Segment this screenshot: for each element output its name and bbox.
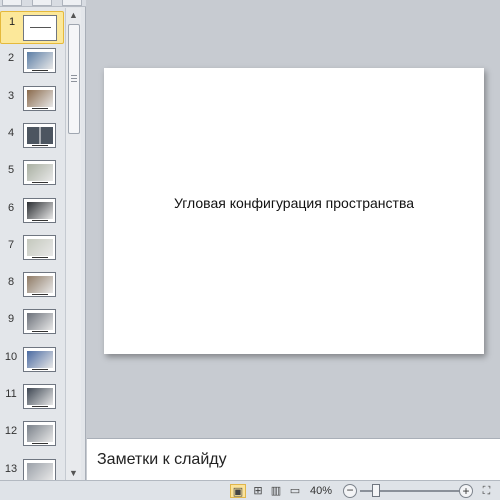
zoom-slider-handle[interactable] <box>372 484 380 497</box>
reading-view-icon[interactable]: ▥ <box>268 484 284 498</box>
slide-sorter-icon[interactable]: ⊞ <box>250 484 266 498</box>
tab-outline[interactable] <box>32 0 52 6</box>
slide-thumbnail[interactable] <box>23 122 56 148</box>
normal-view-icon[interactable]: ▣ <box>230 484 246 498</box>
slide-number: 2 <box>7 52 15 65</box>
slide-number: 8 <box>7 276 15 289</box>
slide-number: 6 <box>7 201 15 214</box>
slide-number: 12 <box>4 425 18 438</box>
slide-thumbnail[interactable] <box>23 48 56 74</box>
scroll-up-arrow-icon[interactable]: ▲ <box>67 9 80 21</box>
close-pane-button[interactable] <box>62 0 82 6</box>
slide-thumbnail[interactable] <box>23 234 56 260</box>
zoom-in-button[interactable]: + <box>459 484 473 498</box>
tab-slides[interactable] <box>2 0 22 6</box>
slide-thumbnail[interactable] <box>23 197 56 223</box>
slide-editing-area: Угловая конфигурация пространства <box>87 0 500 437</box>
notes-placeholder[interactable]: Заметки к слайду <box>97 451 227 469</box>
slide-thumbnail-row[interactable]: 11 <box>0 384 64 420</box>
slide-thumbnail-row[interactable]: 12 <box>0 421 64 457</box>
slide-number: 9 <box>7 313 15 326</box>
slide-thumbnail[interactable] <box>23 384 56 409</box>
thumbnail-scrollbar[interactable]: ▲ ▼ <box>65 8 81 480</box>
slide-thumbnail[interactable] <box>23 15 57 41</box>
zoom-out-button[interactable]: − <box>343 484 357 498</box>
slide-number: 11 <box>5 388 17 400</box>
zoom-level[interactable]: 40% <box>310 485 332 497</box>
slide-thumbnail-row[interactable]: 2 <box>0 48 64 84</box>
slide-thumbnail-row[interactable]: 1 <box>0 11 64 44</box>
slide-thumbnail-row[interactable]: 3 <box>0 85 64 122</box>
slide-thumbnail[interactable] <box>23 272 56 298</box>
fit-window-icon[interactable]: ⛶ <box>479 484 494 498</box>
current-slide[interactable]: Угловая конфигурация пространства <box>104 68 484 354</box>
slides-pane: 1 2 3 4 5 6 7 8 9 10 11 12 13 ▲ ▼ <box>0 0 86 480</box>
slide-number: 5 <box>7 164 15 177</box>
slide-thumbnail[interactable] <box>23 346 56 372</box>
slide-thumbnail-row[interactable]: 8 <box>0 272 64 308</box>
slide-title[interactable]: Угловая конфигурация пространства <box>104 195 484 211</box>
slide-number: 3 <box>7 89 15 102</box>
slide-thumbnail-row[interactable]: 10 <box>0 346 64 383</box>
slide-thumbnail[interactable] <box>23 160 56 186</box>
slide-thumbnail-row[interactable]: 5 <box>0 160 64 196</box>
slide-number: 1 <box>8 16 16 28</box>
slide-number: 4 <box>7 126 15 139</box>
thumbnail-list: 1 2 3 4 5 6 7 8 9 10 11 12 13 <box>0 8 64 480</box>
pane-tabs <box>0 0 86 7</box>
slide-thumbnail[interactable] <box>23 421 56 447</box>
slide-thumbnail-row[interactable]: 13 <box>0 458 64 480</box>
slide-thumbnail[interactable] <box>23 458 56 480</box>
slide-thumbnail[interactable] <box>23 85 56 111</box>
slide-number: 7 <box>7 238 15 251</box>
slide-show-icon[interactable]: ▭ <box>287 484 303 498</box>
scroll-down-arrow-icon[interactable]: ▼ <box>67 467 80 479</box>
notes-pane[interactable]: Заметки к слайду <box>87 438 500 480</box>
slide-number: 10 <box>4 350 18 363</box>
slide-number: 13 <box>4 462 18 475</box>
slide-thumbnail-row[interactable]: 6 <box>0 197 64 234</box>
slide-thumbnail-row[interactable]: 9 <box>0 309 64 345</box>
slide-thumbnail-row[interactable]: 7 <box>0 234 64 271</box>
slide-thumbnail-row[interactable]: 4 <box>0 122 64 159</box>
scrollbar-thumb[interactable] <box>68 24 80 134</box>
status-bar: ▣ ⊞ ▥ ▭ 40% − + ⛶ <box>0 480 500 500</box>
slide-thumbnail[interactable] <box>23 309 56 335</box>
